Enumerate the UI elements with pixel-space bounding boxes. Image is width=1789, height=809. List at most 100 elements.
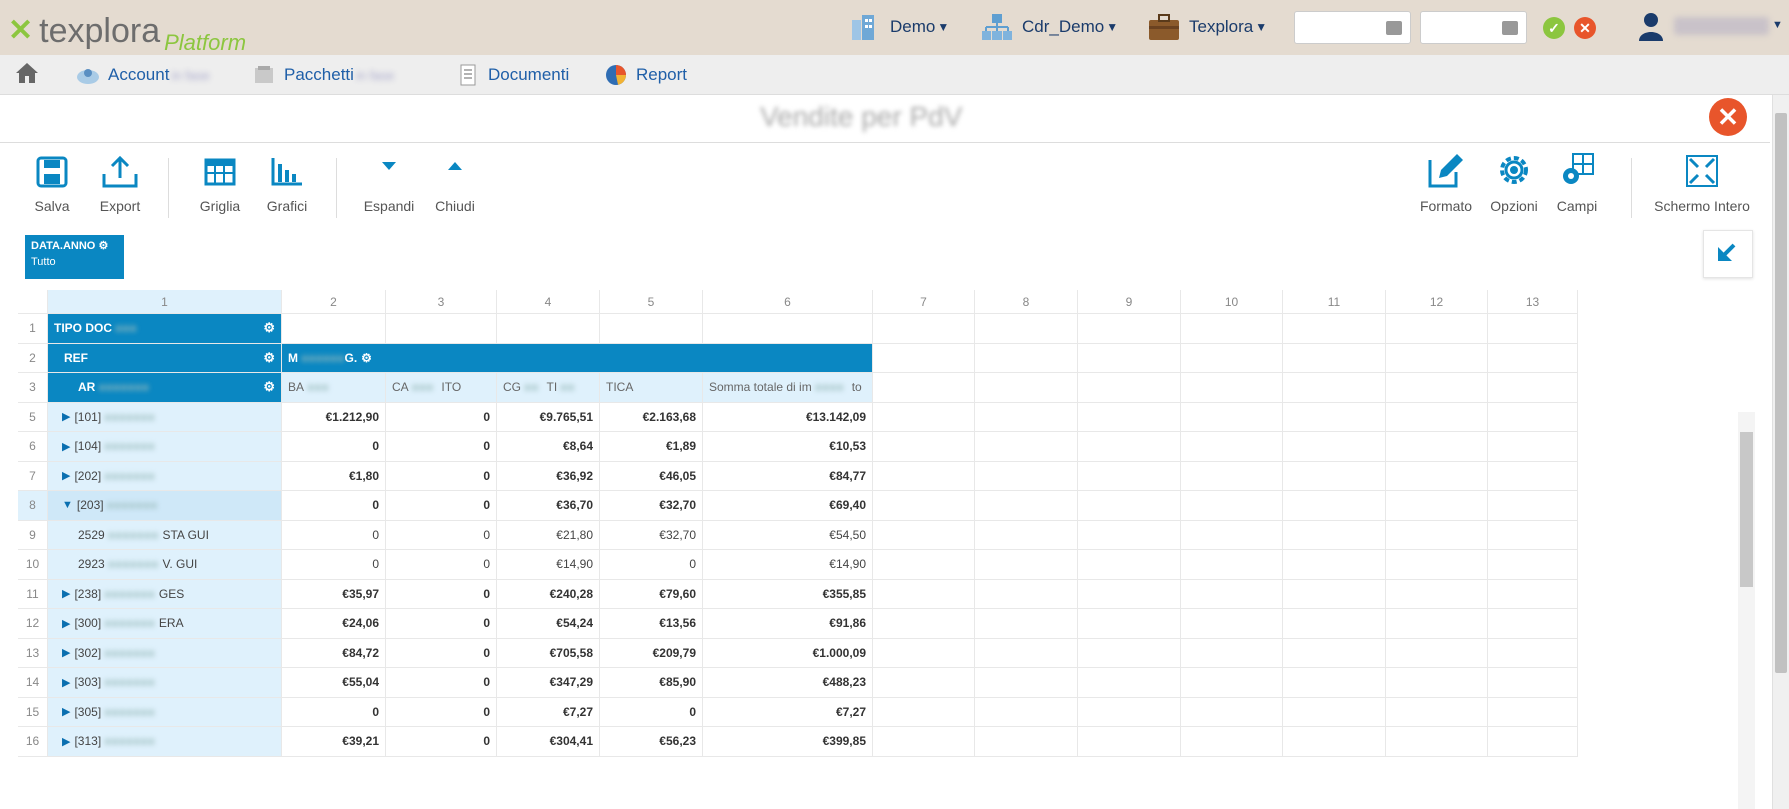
expand-row-icon[interactable]: ▶	[62, 646, 70, 659]
value-cell[interactable]: 0	[386, 668, 497, 698]
app-logo[interactable]: ✕ texplora Platform	[8, 6, 246, 55]
field-articolo[interactable]: AR ●●●●●●● ⚙	[48, 373, 282, 403]
value-cell[interactable]: 0	[386, 638, 497, 668]
value-cell[interactable]: €304,41	[497, 727, 600, 757]
value-cell[interactable]: 0	[282, 432, 386, 462]
measure-header[interactable]: Somma totale di im ●●●● to	[703, 373, 873, 403]
value-cell[interactable]: 0	[282, 550, 386, 580]
expand-row-icon[interactable]: ▶	[62, 676, 70, 689]
row-label[interactable]: ▶ [305] ●●●●●●●	[48, 697, 282, 727]
value-cell[interactable]: €14,90	[703, 550, 873, 580]
value-cell[interactable]: 0	[600, 697, 703, 727]
value-cell[interactable]: 0	[386, 550, 497, 580]
expand-row-icon[interactable]: ▶	[62, 705, 70, 718]
value-cell[interactable]: €347,29	[497, 668, 600, 698]
calendar-icon[interactable]	[1386, 21, 1402, 35]
value-cell[interactable]: €1,89	[600, 432, 703, 462]
expand-row-icon[interactable]: ▶	[62, 617, 70, 630]
fullscreen-button[interactable]: Schermo Intero	[1650, 150, 1754, 214]
row-label[interactable]: ▶ [104] ●●●●●●●	[48, 432, 282, 462]
value-cell[interactable]: €32,70	[600, 491, 703, 521]
row-label[interactable]: ▶ [202] ●●●●●●●	[48, 461, 282, 491]
filter-chip-data-anno[interactable]: DATA.ANNO ⚙ Tutto	[25, 235, 124, 279]
value-cell[interactable]: €85,90	[600, 668, 703, 698]
nav-account[interactable]: Account in fase	[76, 63, 210, 87]
value-cell[interactable]: €1,80	[282, 461, 386, 491]
value-cell[interactable]: €1.000,09	[703, 638, 873, 668]
value-cell[interactable]: €2.163,68	[600, 402, 703, 432]
confirm-icon[interactable]: ✓	[1543, 17, 1565, 39]
value-cell[interactable]: €39,21	[282, 727, 386, 757]
grid-vertical-scrollbar[interactable]	[1738, 412, 1755, 809]
value-cell[interactable]: €36,70	[497, 491, 600, 521]
value-cell[interactable]: 0	[386, 697, 497, 727]
value-cell[interactable]: €9.765,51	[497, 402, 600, 432]
value-cell[interactable]: €355,85	[703, 579, 873, 609]
cdr-menu[interactable]: Cdr_Demo ▼	[980, 12, 1118, 42]
field-gear-icon[interactable]: ⚙	[263, 350, 275, 366]
value-cell[interactable]: €55,04	[282, 668, 386, 698]
field-ref[interactable]: REF ⚙	[48, 343, 282, 373]
griglia-button[interactable]: Griglia	[197, 150, 243, 214]
field-gear-icon[interactable]: ⚙	[361, 351, 372, 365]
value-cell[interactable]: 0	[386, 432, 497, 462]
collapse-panel-button[interactable]	[1703, 230, 1753, 278]
value-cell[interactable]: €8,64	[497, 432, 600, 462]
value-cell[interactable]: 0	[600, 550, 703, 580]
campi-button[interactable]: Campi	[1556, 150, 1598, 214]
value-cell[interactable]: €69,40	[703, 491, 873, 521]
value-cell[interactable]: €79,60	[600, 579, 703, 609]
value-cell[interactable]: €209,79	[600, 638, 703, 668]
value-cell[interactable]: €7,27	[497, 697, 600, 727]
value-cell[interactable]: 0	[386, 402, 497, 432]
filter-gear-icon[interactable]: ⚙	[98, 240, 108, 252]
value-cell[interactable]: €13,56	[600, 609, 703, 639]
page-vertical-scrollbar[interactable]	[1772, 95, 1789, 809]
value-cell[interactable]: €54,50	[703, 520, 873, 550]
value-cell[interactable]: €35,97	[282, 579, 386, 609]
value-cell[interactable]: 0	[282, 491, 386, 521]
value-cell[interactable]: €399,85	[703, 727, 873, 757]
value-cell[interactable]: €7,27	[703, 697, 873, 727]
measure-header[interactable]: CA ●●● ITO	[386, 373, 497, 403]
page-scroll-thumb[interactable]	[1775, 113, 1787, 673]
value-cell[interactable]: 0	[386, 609, 497, 639]
value-cell[interactable]: €14,90	[497, 550, 600, 580]
field-gear-icon[interactable]: ⚙	[263, 320, 275, 336]
value-cell[interactable]: €36,92	[497, 461, 600, 491]
value-cell[interactable]: 0	[386, 491, 497, 521]
field-measures[interactable]: M ●●●●●● G. ⚙	[282, 343, 873, 373]
formato-button[interactable]: Formato	[1417, 150, 1475, 214]
field-tipo-doc[interactable]: TIPO DOC ●●● ⚙	[48, 314, 282, 344]
cancel-icon[interactable]: ✕	[1574, 17, 1596, 39]
row-label[interactable]: ▶ [238] ●●●●●●● GES	[48, 579, 282, 609]
value-cell[interactable]: 0	[282, 697, 386, 727]
value-cell[interactable]: €240,28	[497, 579, 600, 609]
opzioni-button[interactable]: Opzioni	[1486, 150, 1542, 214]
espandi-button[interactable]: Espandi	[362, 150, 416, 214]
value-cell[interactable]: €91,86	[703, 609, 873, 639]
user-caret-icon[interactable]: ▼	[1772, 19, 1783, 31]
field-gear-icon[interactable]: ⚙	[263, 379, 275, 395]
value-cell[interactable]: 0	[386, 461, 497, 491]
value-cell[interactable]: €46,05	[600, 461, 703, 491]
calendar-icon[interactable]	[1502, 21, 1518, 35]
value-cell[interactable]: €24,06	[282, 609, 386, 639]
salva-button[interactable]: Salva	[30, 150, 74, 214]
collapse-row-icon[interactable]: ▼	[62, 499, 73, 511]
measure-header[interactable]: CG ●● TI ●●	[497, 373, 600, 403]
expand-row-icon[interactable]: ▶	[62, 440, 70, 453]
row-label[interactable]: ▼ [203] ●●●●●●●	[48, 491, 282, 521]
value-cell[interactable]: 0	[386, 579, 497, 609]
grafici-button[interactable]: Grafici	[263, 150, 311, 214]
value-cell[interactable]: 0	[386, 520, 497, 550]
row-label[interactable]: ▶ [302] ●●●●●●●	[48, 638, 282, 668]
user-name[interactable]	[1674, 17, 1769, 35]
expand-row-icon[interactable]: ▶	[62, 587, 70, 600]
nav-pacchetti[interactable]: Pacchetti in fase	[252, 63, 394, 87]
grid-scroll-thumb[interactable]	[1740, 432, 1753, 587]
nav-documenti[interactable]: Documenti	[456, 63, 569, 87]
row-label[interactable]: ▶ [313] ●●●●●●●	[48, 727, 282, 757]
close-report-icon[interactable]: ✕	[1709, 98, 1747, 136]
expand-row-icon[interactable]: ▶	[62, 735, 70, 748]
